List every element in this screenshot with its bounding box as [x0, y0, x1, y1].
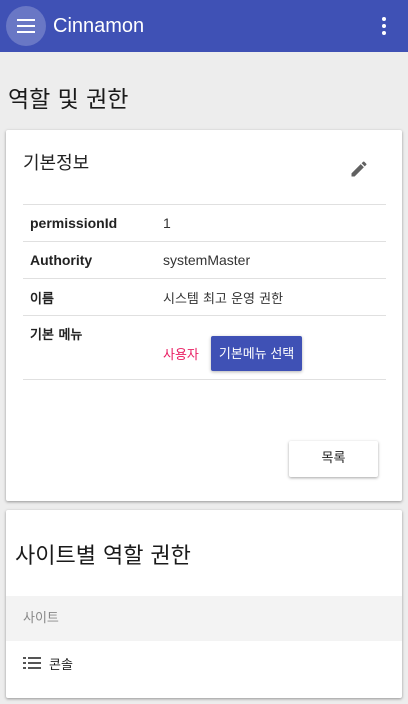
page-title: 역할 및 권한	[8, 87, 129, 113]
list-icon	[23, 657, 41, 669]
more-options-button[interactable]	[372, 14, 396, 38]
info-value: systemMaster	[163, 252, 251, 268]
info-row-permission-id: permissionId 1	[23, 204, 386, 241]
default-menu-cell: 사용자 기본메뉴 선택	[163, 316, 386, 371]
info-key: 기본 메뉴	[30, 328, 83, 343]
site-column-header: 사이트	[6, 596, 402, 641]
info-row-name: 이름 시스템 최고 운영 권한	[23, 278, 386, 315]
basic-info-title: 기본정보	[23, 153, 90, 174]
info-key: permissionId	[30, 215, 118, 231]
info-key: 이름	[30, 291, 54, 307]
site-item-label: 콘솔	[49, 657, 73, 673]
info-row-authority: Authority systemMaster	[23, 241, 386, 278]
app-bar: Cinnamon	[0, 0, 408, 52]
info-value: 시스템 최고 운영 권한	[163, 291, 284, 307]
info-key: Authority	[30, 252, 93, 268]
site-list-item[interactable]: 콘솔	[23, 651, 73, 675]
site-roles-title: 사이트별 역할 권한	[15, 544, 191, 569]
default-menu-value: 사용자	[163, 347, 199, 362]
info-row-default-menu: 기본 메뉴 사용자 기본메뉴 선택	[23, 315, 386, 380]
info-value: 1	[163, 215, 171, 231]
menu-button[interactable]	[6, 6, 46, 46]
edit-button[interactable]	[346, 156, 372, 182]
select-default-menu-button[interactable]: 기본메뉴 선택	[210, 336, 303, 371]
basic-info-card: 기본정보 permissionId 1 Authority systemMast…	[6, 130, 402, 501]
site-roles-card: 사이트별 역할 권한 사이트 콘솔	[6, 510, 402, 698]
edit-icon	[351, 161, 367, 177]
app-title: Cinnamon	[53, 15, 145, 37]
info-table: permissionId 1 Authority systemMaster 이름…	[23, 204, 386, 380]
more-vert-icon	[382, 17, 386, 35]
menu-icon	[17, 19, 35, 33]
list-button[interactable]: 목록	[289, 441, 378, 477]
